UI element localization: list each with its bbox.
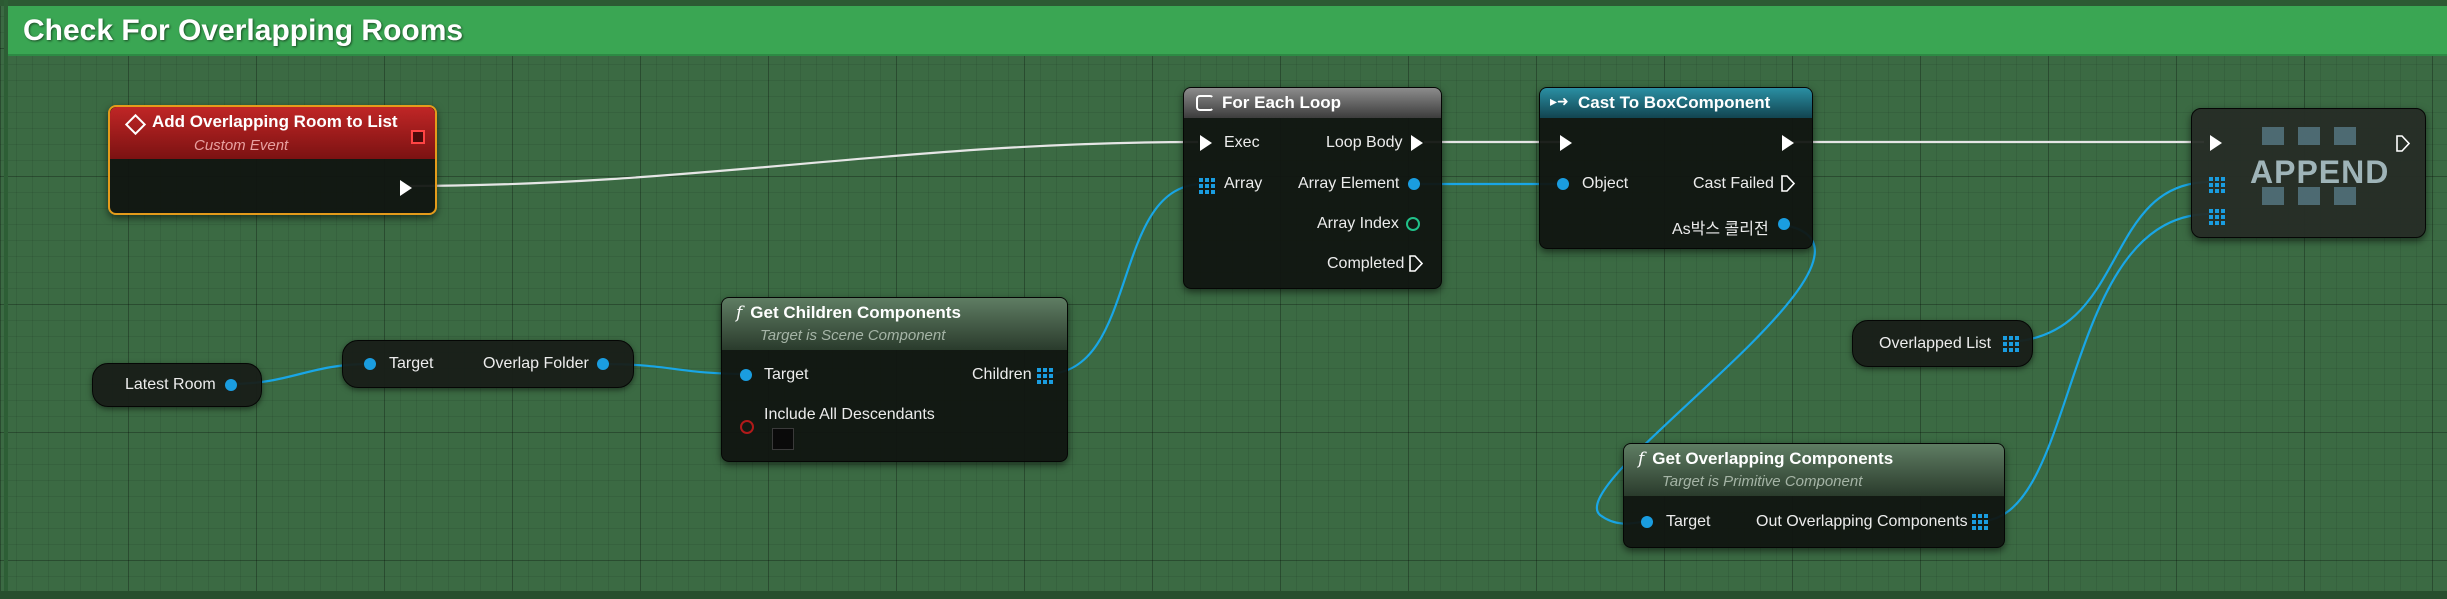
function-icon: f xyxy=(1638,449,1645,469)
append-exec-in-pin[interactable] xyxy=(2210,135,2222,151)
for-each-header: For Each Loop xyxy=(1184,88,1441,118)
overlap-folder-target-label: Target xyxy=(389,355,434,372)
comment-frame-bottom xyxy=(0,591,2447,599)
get-overlapping-header: f Get Overlapping Components Target is Pr… xyxy=(1624,444,2004,496)
cast-failed-label: Cast Failed xyxy=(1693,175,1774,192)
get-children-target-label: Target xyxy=(764,366,809,383)
for-each-exec-label: Exec xyxy=(1224,134,1260,151)
event-exec-out-pin[interactable] xyxy=(400,180,412,196)
cast-arrow-icon: ▸➜ xyxy=(1550,93,1569,109)
overlap-folder-out-pin[interactable] xyxy=(597,358,609,370)
get-children-children-label: Children xyxy=(972,366,1032,383)
for-each-exec-in-pin[interactable] xyxy=(1200,135,1212,151)
get-overlapping-components-node[interactable]: f Get Overlapping Components Target is Pr… xyxy=(1623,443,2005,548)
include-descendants-checkbox[interactable] xyxy=(772,428,794,450)
comment-box-title[interactable]: Check For Overlapping Rooms xyxy=(8,6,2447,56)
overlapped-list-out-pin[interactable] xyxy=(2003,336,2019,352)
latest-room-label: Latest Room xyxy=(125,376,216,393)
cast-exec-in-pin[interactable] xyxy=(1560,135,1572,151)
get-overlapping-title-row: f Get Overlapping Components xyxy=(1638,449,1893,469)
get-children-components-node[interactable]: f Get Children Components Target is Scene… xyxy=(721,297,1068,462)
completed-exec-out-pin[interactable] xyxy=(1409,255,1423,272)
append-target-array-pin[interactable] xyxy=(2209,177,2225,193)
cast-as-out-pin[interactable] xyxy=(1778,218,1790,230)
for-each-title: For Each Loop xyxy=(1222,93,1341,112)
for-each-array-index-label: Array Index xyxy=(1317,215,1399,232)
custom-event-header: Add Overlapping Room to List Custom Even… xyxy=(110,107,435,159)
append-exec-out-pin[interactable] xyxy=(2396,135,2410,152)
delegate-output-pin-icon[interactable] xyxy=(411,130,425,144)
include-descendants-pin[interactable] xyxy=(740,420,754,434)
append-node[interactable]: APPEND xyxy=(2191,108,2426,238)
wire-exec-event-to-foreach xyxy=(403,140,1199,188)
overlap-folder-getter-node[interactable]: Target Overlap Folder xyxy=(342,340,634,388)
for-each-loop-node[interactable]: For Each Loop Exec Loop Body Array Array… xyxy=(1183,87,1442,289)
get-children-title: Get Children Components xyxy=(750,303,961,322)
wire-children-to-array xyxy=(1045,182,1204,376)
get-children-title-row: f Get Children Components xyxy=(736,303,961,323)
overlapping-components-out-pin[interactable] xyxy=(1972,514,1988,530)
include-descendants-label: Include All Descendants xyxy=(764,406,935,423)
wire-overlapped-list-to-append xyxy=(2002,180,2211,344)
get-overlapping-target-label: Target xyxy=(1666,513,1711,530)
wire-overlapping-components-to-append xyxy=(1979,212,2211,523)
function-icon: f xyxy=(736,303,743,323)
for-each-completed-label: Completed xyxy=(1327,255,1405,272)
get-children-subtitle: Target is Scene Component xyxy=(760,327,946,344)
array-element-out-pin[interactable] xyxy=(1408,178,1420,190)
overlapped-list-variable-node[interactable]: Overlapped List xyxy=(1852,320,2033,367)
for-each-loop-body-label: Loop Body xyxy=(1326,134,1403,151)
cast-header: ▸➜ Cast To BoxComponent xyxy=(1540,88,1812,118)
latest-room-out-pin[interactable] xyxy=(225,379,237,391)
cast-object-label: Object xyxy=(1582,175,1629,192)
overlap-folder-output-label: Overlap Folder xyxy=(483,355,589,372)
for-each-array-element-label: Array Element xyxy=(1298,175,1400,192)
overlapped-list-label: Overlapped List xyxy=(1879,335,1992,352)
get-children-header: f Get Children Components Target is Scene… xyxy=(722,298,1067,350)
get-overlapping-target-pin[interactable] xyxy=(1641,516,1653,528)
cast-failed-exec-pin[interactable] xyxy=(1781,175,1795,192)
cast-as-label: As박스 콜리전 xyxy=(1672,221,1769,238)
comment-frame-left xyxy=(4,0,8,599)
append-source-array-pin[interactable] xyxy=(2209,209,2225,225)
get-overlapping-title: Get Overlapping Components xyxy=(1652,449,1894,468)
for-each-array-label: Array xyxy=(1224,175,1263,192)
cast-to-box-component-node[interactable]: ▸➜ Cast To BoxComponent Object Cast Fail… xyxy=(1539,87,1813,249)
get-overlapping-subtitle: Target is Primitive Component xyxy=(1662,473,1863,490)
children-array-out-pin[interactable] xyxy=(1037,368,1053,384)
get-overlapping-out-label: Out Overlapping Components xyxy=(1756,513,1968,530)
event-diamond-icon xyxy=(124,113,147,136)
latest-room-variable-node[interactable]: Latest Room xyxy=(92,363,262,407)
loop-icon xyxy=(1196,95,1214,111)
custom-event-node[interactable]: Add Overlapping Room to List Custom Even… xyxy=(108,105,437,215)
get-children-target-pin[interactable] xyxy=(740,369,752,381)
array-index-out-pin[interactable] xyxy=(1406,217,1420,231)
cast-exec-out-pin[interactable] xyxy=(1782,135,1794,151)
custom-event-title: Add Overlapping Room to List xyxy=(152,112,398,131)
append-label: APPEND xyxy=(2250,154,2390,190)
cast-title: Cast To BoxComponent xyxy=(1578,93,1771,112)
blueprint-graph-canvas[interactable]: Check For Overlapping Rooms Add Overlapp… xyxy=(0,0,2447,599)
for-each-array-in-pin[interactable] xyxy=(1199,178,1215,194)
overlap-folder-target-pin[interactable] xyxy=(364,358,376,370)
for-each-loop-body-pin[interactable] xyxy=(1411,135,1423,151)
cast-object-in-pin[interactable] xyxy=(1557,178,1569,190)
custom-event-subtitle: Custom Event xyxy=(194,137,289,154)
